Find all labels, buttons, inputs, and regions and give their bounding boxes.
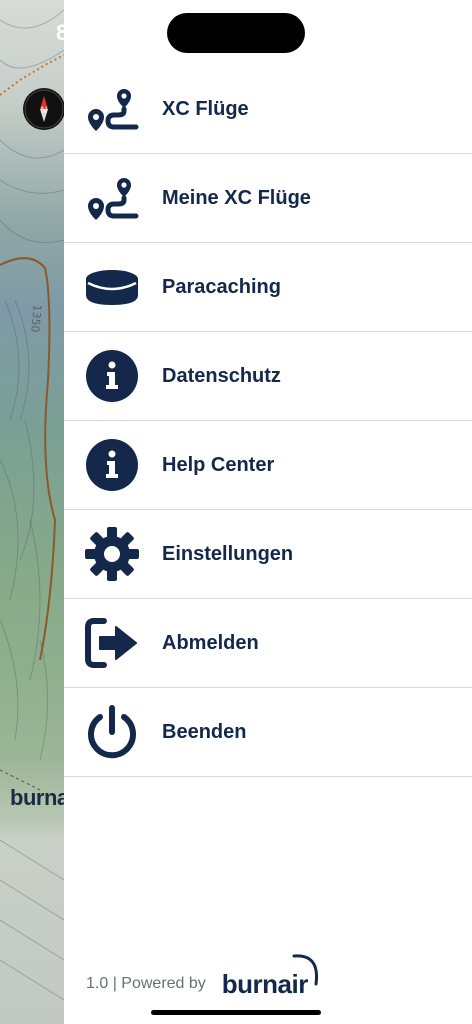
cache-disc-icon: [84, 259, 140, 315]
drawer-footer: 1.0 | Powered by burnair: [86, 950, 332, 1000]
gear-icon: [84, 526, 140, 582]
route-icon: [84, 81, 140, 137]
menu-label: Abmelden: [162, 631, 259, 654]
compass-button[interactable]: N: [23, 88, 64, 130]
drawer-menu: XC Flüge Meine XC Flüge Paracaching Date…: [64, 65, 472, 777]
elevation-label: 1350: [28, 303, 44, 334]
map-contours: [0, 9, 64, 1001]
route-icon: [84, 170, 140, 226]
menu-item-einstellungen[interactable]: Einstellungen: [64, 510, 472, 599]
logo-text: burnair: [221, 969, 309, 999]
menu-label: Help Center: [162, 453, 275, 476]
info-icon: [84, 437, 140, 493]
map-background[interactable]: 8 N 1350 burnair: [0, 0, 64, 1024]
status-time: 8: [56, 20, 64, 45]
menu-item-datenschutz[interactable]: Datenschutz: [64, 332, 472, 421]
menu-item-xc-fluege[interactable]: XC Flüge: [64, 65, 472, 154]
menu-label: Beenden: [162, 720, 247, 743]
map-logo: burnair: [10, 785, 64, 810]
menu-label: Datenschutz: [162, 364, 281, 387]
side-drawer: XC Flüge Meine XC Flüge Paracaching Date…: [64, 0, 472, 1024]
dynamic-island: [167, 13, 305, 53]
burnair-logo[interactable]: burnair: [222, 950, 332, 1000]
menu-item-help-center[interactable]: Help Center: [64, 421, 472, 510]
menu-item-beenden[interactable]: Beenden: [64, 688, 472, 777]
info-icon: [84, 348, 140, 404]
version-text: 1.0 | Powered by: [86, 975, 206, 992]
logout-icon: [84, 615, 140, 671]
home-indicator[interactable]: [151, 1010, 321, 1015]
screen: 8 N 1350 burnair: [0, 0, 472, 1024]
menu-item-meine-xc-fluege[interactable]: Meine XC Flüge: [64, 154, 472, 243]
power-icon: [84, 704, 140, 760]
menu-item-abmelden[interactable]: Abmelden: [64, 599, 472, 688]
menu-item-paracaching[interactable]: Paracaching: [64, 243, 472, 332]
compass-icon: N: [24, 89, 64, 129]
compass-label: N: [41, 105, 48, 115]
menu-label: Paracaching: [162, 275, 281, 298]
menu-label: XC Flüge: [162, 97, 249, 120]
menu-label: Einstellungen: [162, 542, 294, 565]
menu-label: Meine XC Flüge: [162, 186, 311, 209]
